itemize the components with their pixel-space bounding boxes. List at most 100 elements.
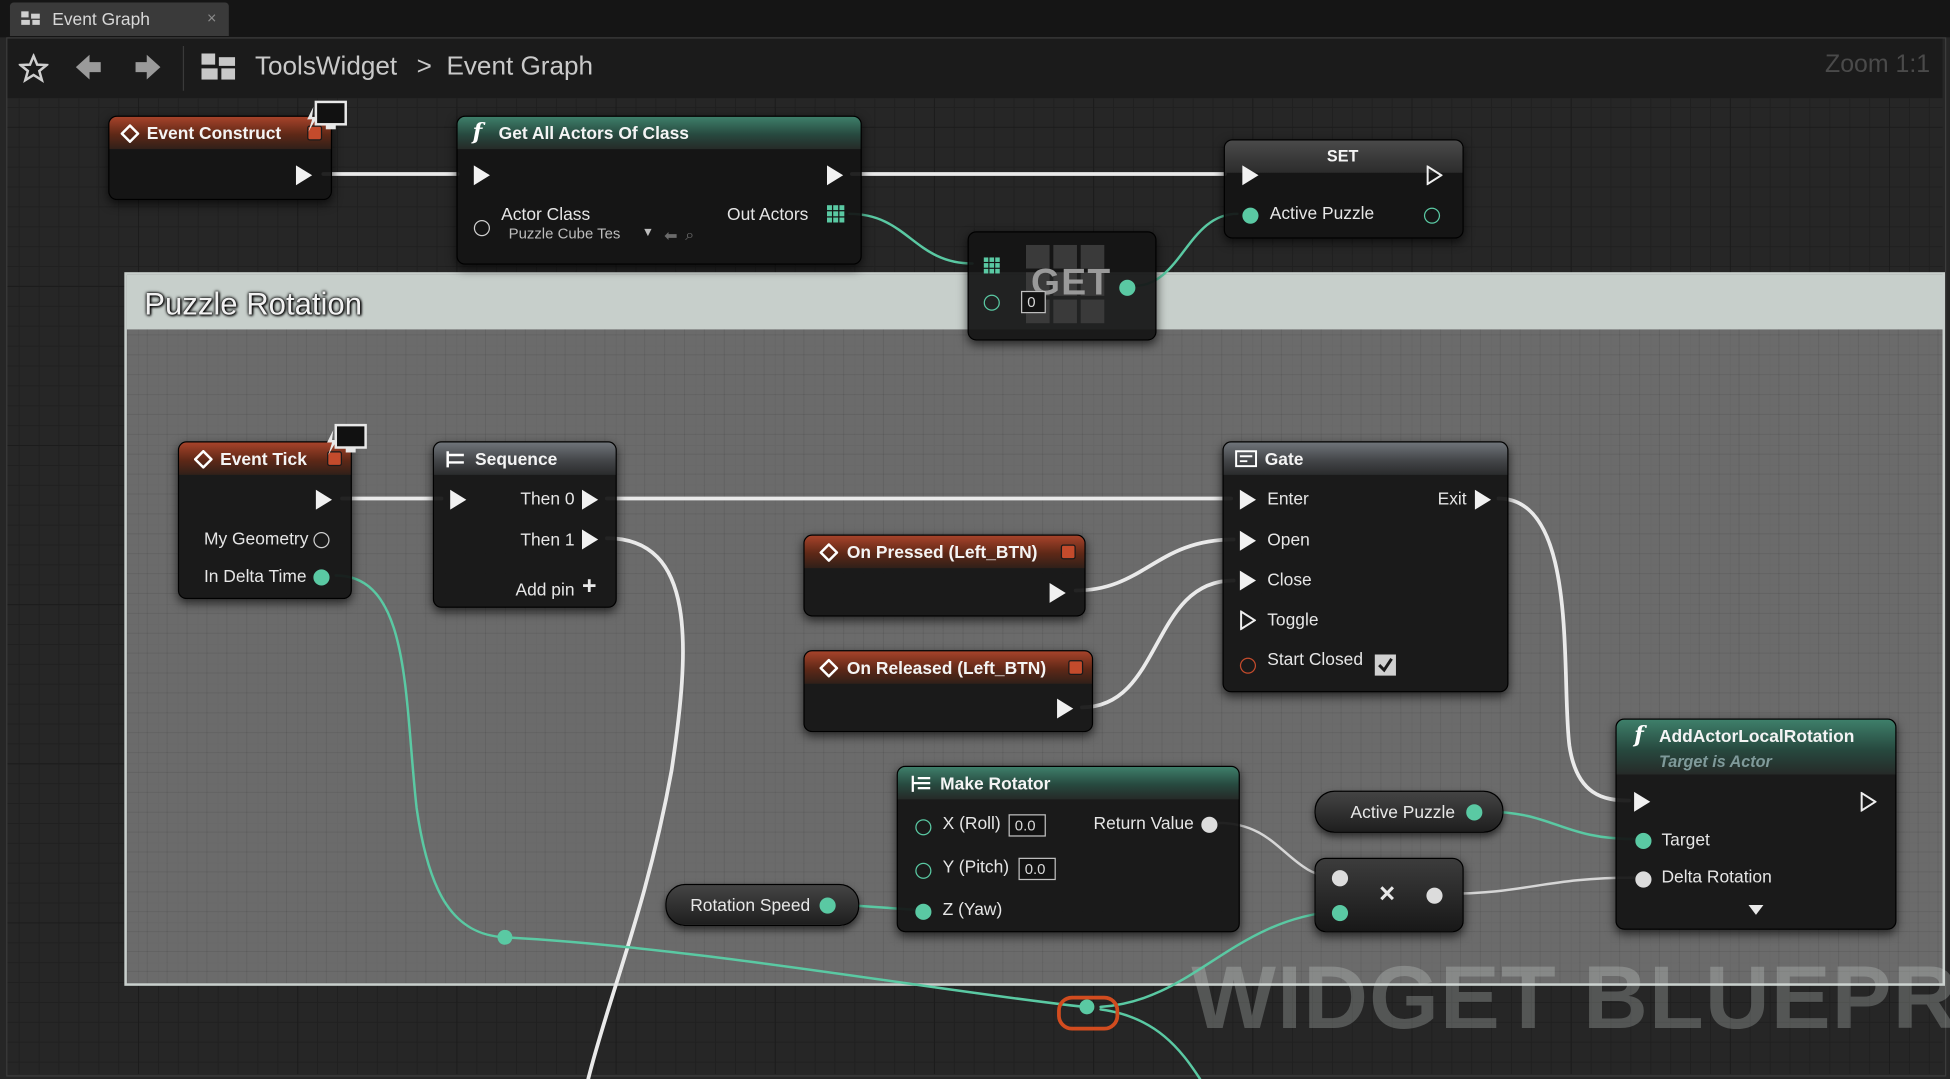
exec-in-pin[interactable]: [1242, 165, 1259, 186]
open-label: Open: [1267, 529, 1310, 550]
variable-out-pin[interactable]: [1466, 804, 1483, 821]
exec-out-pin[interactable]: [1049, 583, 1066, 603]
node-header: Event Construct: [109, 116, 331, 150]
reroute-node: [497, 929, 513, 945]
delegate-pin[interactable]: [1060, 544, 1076, 560]
node-title: Make Rotator: [940, 773, 1051, 794]
open-pin[interactable]: [1239, 530, 1257, 551]
node-title: On Pressed (Left_BTN): [846, 541, 1038, 562]
node-add-actor-local-rotation[interactable]: f AddActorLocalRotation Target is Actor …: [1615, 718, 1897, 930]
target-pin[interactable]: [1635, 832, 1652, 850]
in-delta-time-label: In Delta Time: [203, 565, 307, 586]
start-closed-pin[interactable]: [1239, 657, 1257, 674]
then-1-label: Then 1: [520, 529, 575, 550]
node-event-construct[interactable]: Event Construct: [108, 115, 333, 201]
variable-rotation-speed[interactable]: Rotation Speed: [665, 883, 860, 927]
object-wire: [1484, 810, 1637, 841]
my-geometry-label: My Geometry: [203, 528, 309, 549]
delta-rotation-label: Delta Rotation: [1661, 866, 1772, 887]
event-icon: [819, 543, 839, 562]
variable-out-pin[interactable]: [819, 897, 836, 914]
client-monitor-icon: [307, 100, 347, 132]
exec-in-pin[interactable]: [450, 489, 467, 510]
node-get-all-actors-of-class[interactable]: f Get All Actors Of Class Actor Class Pu…: [456, 115, 862, 265]
node-header: Make Rotator: [897, 766, 1239, 800]
start-closed-checkbox[interactable]: [1374, 654, 1396, 676]
use-selected-icon[interactable]: ⬅: [664, 226, 678, 246]
x-roll-field[interactable]: 0.0: [1008, 814, 1046, 837]
enter-label: Enter: [1267, 488, 1309, 509]
my-geometry-pin[interactable]: [313, 532, 330, 549]
node-header: On Released (Left_BTN): [804, 651, 1092, 684]
node-title: Sequence: [475, 448, 558, 469]
actor-class-dropdown[interactable]: Puzzle Cube Tes ▼: [509, 225, 656, 247]
y-pitch-field[interactable]: 0.0: [1018, 857, 1056, 881]
node-event-tick[interactable]: Event Tick My Geometry In Delta Time: [177, 441, 352, 600]
exec-out-pin[interactable]: [315, 489, 333, 510]
close-label: Close: [1267, 569, 1312, 590]
actor-class-pin[interactable]: [473, 220, 490, 237]
delegate-pin[interactable]: [1068, 660, 1084, 676]
variable-active-puzzle[interactable]: Active Puzzle: [1314, 790, 1504, 833]
then-0-pin[interactable]: [582, 489, 599, 510]
variable-label: Rotation Speed: [690, 895, 811, 915]
node-subtitle: Target is Actor: [1658, 752, 1772, 771]
y-pitch-label: Y (Pitch): [942, 856, 1010, 877]
make-struct-icon: [911, 775, 931, 792]
close-pin[interactable]: [1239, 570, 1257, 591]
node-on-pressed[interactable]: On Pressed (Left_BTN): [803, 534, 1086, 617]
node-multiply[interactable]: ×: [1314, 857, 1464, 933]
active-puzzle-in-pin[interactable]: [1242, 207, 1259, 224]
node-set-active-puzzle[interactable]: SET Active Puzzle: [1223, 139, 1464, 239]
item-out-pin[interactable]: [1119, 279, 1136, 296]
exec-out-pin[interactable]: [1860, 791, 1877, 812]
node-make-rotator[interactable]: Make Rotator X (Roll) 0.0 Y (Pitch) 0.0 …: [896, 765, 1240, 933]
array-wire: [848, 212, 974, 265]
multiply-symbol: ×: [1379, 877, 1396, 909]
exit-label: Exit: [1437, 488, 1467, 509]
enter-pin[interactable]: [1239, 489, 1257, 510]
return-value-pin[interactable]: [1201, 816, 1218, 833]
delta-rotation-pin[interactable]: [1635, 871, 1652, 888]
then-1-pin[interactable]: [582, 529, 599, 550]
x-roll-pin[interactable]: [915, 819, 932, 836]
exec-in-pin[interactable]: [1634, 791, 1651, 812]
index-pin[interactable]: [983, 294, 1000, 311]
rotator-wire: [1441, 876, 1637, 896]
add-pin-icon[interactable]: +: [582, 573, 597, 602]
exec-out-pin[interactable]: [826, 165, 844, 186]
target-label: Target: [1661, 829, 1710, 850]
node-sequence[interactable]: Sequence Then 0 Then 1 Add pin +: [432, 441, 617, 608]
multiply-out-pin[interactable]: [1426, 887, 1443, 904]
exit-pin[interactable]: [1474, 489, 1492, 510]
search-icon[interactable]: ⌕: [685, 225, 694, 245]
blueprint-editor: Event Graph × ToolsWidget > Event Graph …: [0, 0, 1950, 1079]
node-header: Sequence: [434, 442, 616, 475]
reroute-highlight[interactable]: [1057, 995, 1120, 1031]
node-on-released[interactable]: On Released (Left_BTN): [803, 650, 1094, 733]
exec-wire: [586, 536, 685, 1079]
array-pin[interactable]: [983, 257, 1000, 274]
node-get-array-item[interactable]: GET 0: [967, 231, 1157, 341]
toggle-pin[interactable]: [1240, 610, 1257, 631]
exec-out-pin[interactable]: [1426, 165, 1443, 186]
function-icon: f: [472, 119, 483, 146]
y-pitch-pin[interactable]: [915, 862, 932, 879]
toggle-label: Toggle: [1267, 609, 1319, 630]
multiply-in-b-pin[interactable]: [1331, 904, 1349, 922]
chevron-down-icon: ▼: [641, 226, 655, 240]
return-value-label: Return Value: [1093, 812, 1194, 833]
actor-class-value: Puzzle Cube Tes: [508, 225, 621, 243]
node-gate[interactable]: Gate Enter Open Close Toggle Start Close…: [1222, 441, 1509, 693]
index-field[interactable]: 0: [1020, 290, 1046, 314]
in-delta-time-pin[interactable]: [313, 569, 330, 586]
expand-arrow-icon[interactable]: [1747, 904, 1764, 916]
array-pin[interactable]: [826, 205, 845, 223]
exec-in-pin[interactable]: [473, 165, 490, 186]
exec-out-pin[interactable]: [295, 165, 313, 186]
exec-out-pin[interactable]: [1057, 698, 1074, 719]
active-puzzle-out-pin[interactable]: [1423, 207, 1441, 224]
node-title: AddActorLocalRotation: [1658, 725, 1855, 746]
z-yaw-pin[interactable]: [915, 903, 932, 920]
multiply-in-a-pin[interactable]: [1331, 870, 1349, 887]
